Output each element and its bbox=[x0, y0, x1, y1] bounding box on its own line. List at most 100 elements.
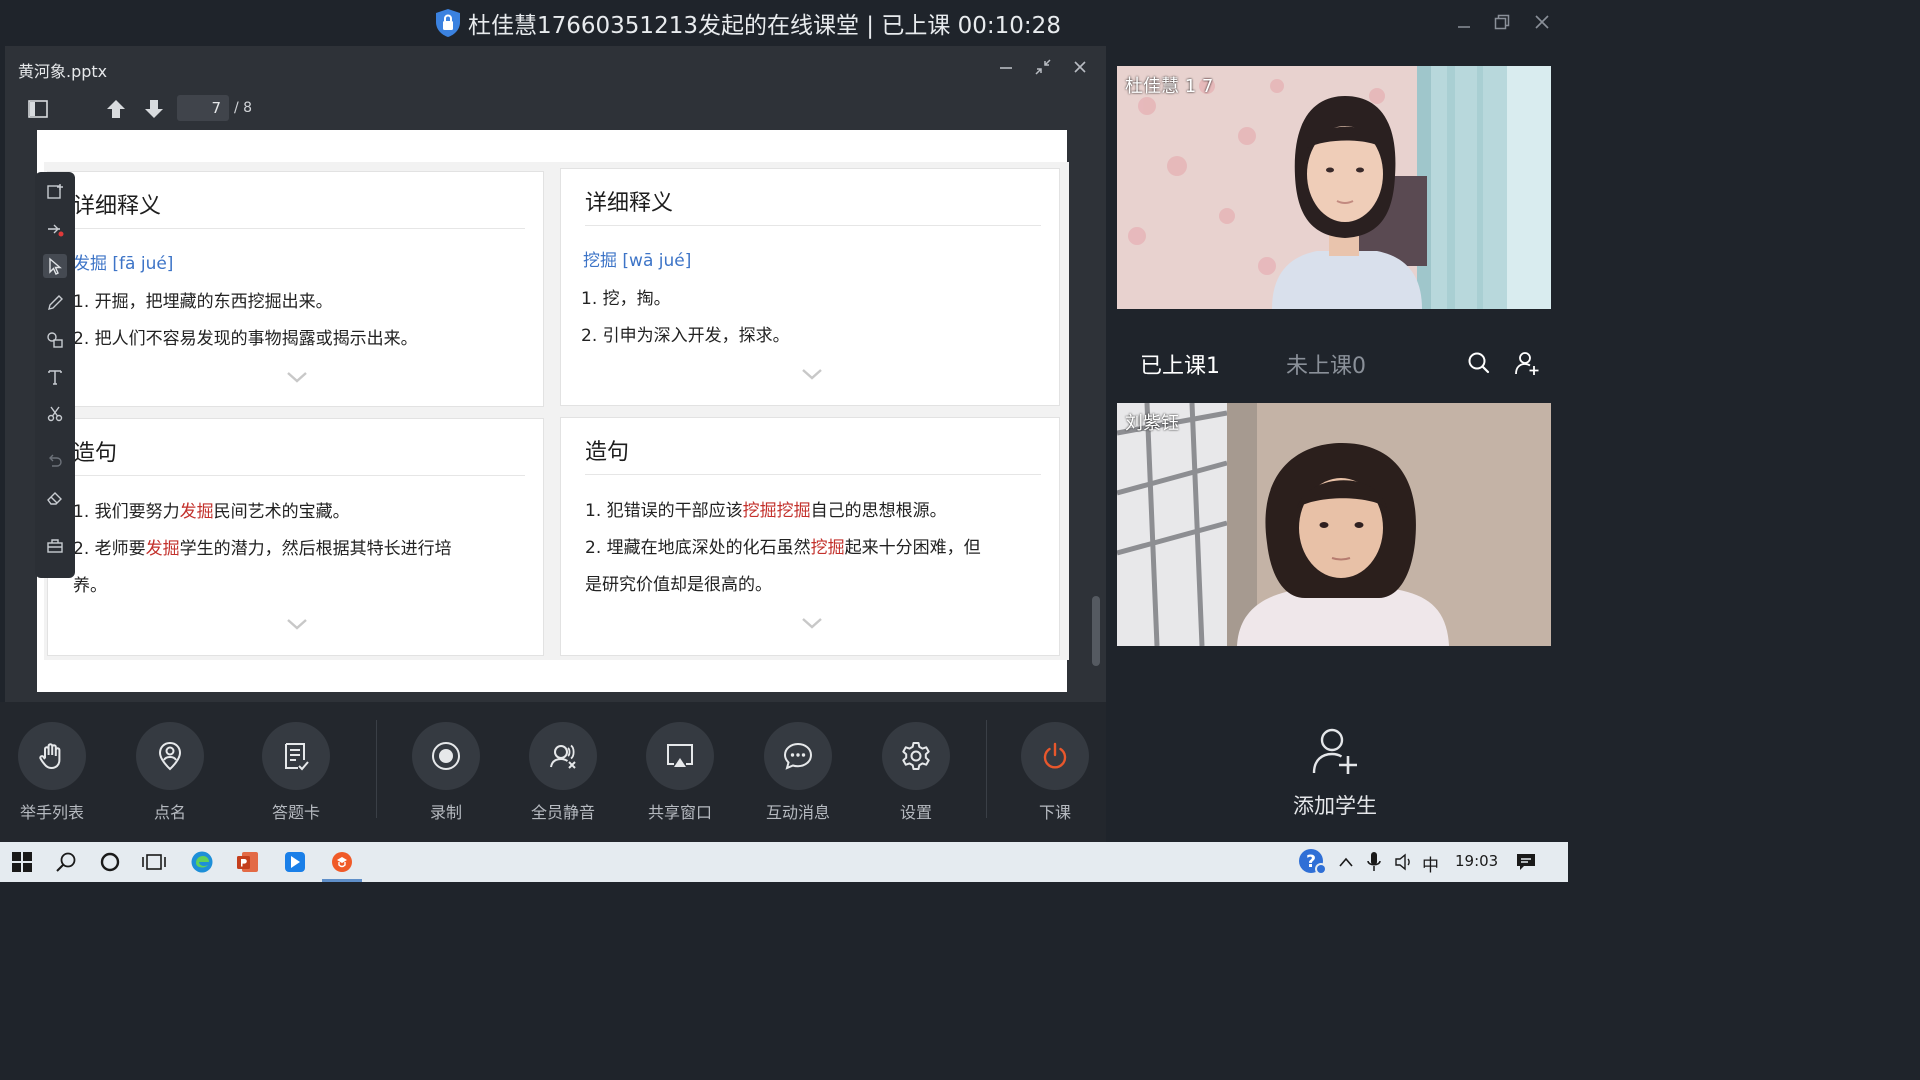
example-sentence: 1. 犯错误的干部应该挖掘挖掘自己的思想根源。 bbox=[585, 501, 947, 521]
new-whiteboard-tool[interactable] bbox=[43, 180, 67, 204]
scissors-tool[interactable] bbox=[43, 402, 67, 426]
task-view-button[interactable] bbox=[138, 846, 170, 878]
search-icon[interactable] bbox=[1466, 350, 1492, 376]
close-icon bbox=[1535, 15, 1549, 29]
settings-icon bbox=[902, 742, 930, 770]
card-divider bbox=[73, 228, 525, 229]
card-divider bbox=[585, 225, 1041, 226]
participants-panel: 杜佳慧 1 7 已上课1 未上课0 刘紫钰 添加学生 bbox=[1110, 46, 1568, 842]
taskbar-powerpoint-app[interactable] bbox=[232, 846, 264, 878]
toolbox-tool[interactable] bbox=[43, 534, 67, 558]
microphone-icon bbox=[1367, 852, 1381, 871]
share-window-button[interactable]: 共享窗口 bbox=[630, 722, 730, 823]
card-divider bbox=[585, 474, 1041, 475]
example-sentence: 2. 埋藏在地底深处的化石虽然挖掘起来十分困难，但 bbox=[585, 538, 981, 558]
text-icon bbox=[48, 370, 62, 385]
presenter-shrink-button[interactable] bbox=[1032, 56, 1054, 78]
presenter-close-button[interactable] bbox=[1069, 56, 1091, 78]
eraser-tool[interactable] bbox=[43, 486, 67, 510]
classroom-control-bar: 举手列表 点名 答题卡 录制 全员静音 共享窗口 互动消息 设置 下课 bbox=[0, 702, 1106, 842]
taskbar-classroom-app[interactable] bbox=[322, 846, 362, 882]
taskbar-edge-app[interactable] bbox=[186, 846, 218, 878]
roll-call-button[interactable]: 点名 bbox=[120, 722, 220, 823]
toolbar-divider bbox=[376, 720, 377, 818]
student-video-feed bbox=[1117, 403, 1551, 646]
record-button[interactable]: 录制 bbox=[396, 722, 496, 823]
restore-icon bbox=[1494, 14, 1510, 30]
answer-card-button[interactable]: 答题卡 bbox=[246, 722, 346, 823]
close-window-button[interactable] bbox=[1530, 10, 1554, 34]
cortana-button[interactable] bbox=[94, 846, 126, 878]
taskbar-search-button[interactable] bbox=[50, 846, 82, 878]
start-button[interactable] bbox=[6, 846, 38, 878]
thumbnail-toggle-button[interactable] bbox=[25, 96, 51, 122]
ime-indicator[interactable]: 中 bbox=[1422, 851, 1439, 876]
example-sentence: 2. 老师要发掘学生的潜力，然后根据其特长进行培 bbox=[73, 539, 452, 559]
definition-line: 2. 引申为深入开发，探求。 bbox=[581, 326, 790, 346]
mute-all-button[interactable]: 全员静音 bbox=[513, 722, 613, 823]
undo-tool[interactable] bbox=[43, 449, 67, 473]
laser-pointer-tool[interactable] bbox=[43, 217, 67, 241]
edge-browser-icon bbox=[191, 851, 213, 873]
raise-hand-list-button[interactable]: 举手列表 bbox=[2, 722, 102, 823]
record-label: 录制 bbox=[429, 803, 462, 822]
task-view-icon bbox=[142, 854, 166, 870]
volume-tray-icon[interactable] bbox=[1388, 846, 1420, 878]
next-page-button[interactable] bbox=[141, 96, 167, 122]
answer-card-label: 答题卡 bbox=[271, 803, 320, 822]
settings-button[interactable]: 设置 bbox=[866, 722, 966, 823]
interactive-messages-button[interactable]: 互动消息 bbox=[748, 722, 848, 823]
video-tile-student[interactable]: 刘紫钰 bbox=[1117, 403, 1551, 646]
select-tool[interactable] bbox=[43, 254, 67, 278]
presenter-minimize-button[interactable] bbox=[995, 56, 1017, 78]
end-class-button[interactable]: 下课 bbox=[1005, 722, 1105, 823]
undo-icon bbox=[49, 454, 62, 467]
card-title: 详细释义 bbox=[585, 191, 674, 216]
tab-joined[interactable]: 已上课1 bbox=[1140, 348, 1220, 380]
tab-not-joined[interactable]: 未上课0 bbox=[1286, 348, 1366, 380]
ppt-presenter-panel: 黄河象.pptx 7 / 8 详细释义 发掘 [fā jué] 1. 开掘，把埋… bbox=[5, 46, 1106, 702]
svg-text:?: ? bbox=[1306, 852, 1316, 872]
scissors-icon bbox=[47, 406, 63, 422]
raise-hand-list-label: 举手列表 bbox=[19, 803, 84, 822]
chat-icon bbox=[783, 742, 813, 770]
title-bar: 杜佳慧17660351213发起的在线课堂 | 已上课 00:10:28 bbox=[0, 0, 1568, 46]
chevron-down-icon[interactable] bbox=[286, 370, 308, 384]
add-page-icon bbox=[47, 184, 63, 199]
add-student-button[interactable]: 添加学生 bbox=[1280, 726, 1390, 820]
notifications-button[interactable] bbox=[1510, 846, 1542, 878]
shapes-icon bbox=[47, 332, 63, 348]
add-user-icon[interactable] bbox=[1514, 350, 1540, 376]
toolbar-divider bbox=[986, 720, 987, 818]
video-tile-teacher[interactable]: 杜佳慧 1 7 bbox=[1117, 66, 1551, 309]
minimize-icon bbox=[1458, 26, 1470, 28]
pen-icon bbox=[48, 295, 63, 310]
pen-tool[interactable] bbox=[43, 291, 67, 315]
minimize-window-button[interactable] bbox=[1452, 10, 1476, 34]
text-tool[interactable] bbox=[43, 365, 67, 389]
chevron-down-icon[interactable] bbox=[286, 617, 308, 631]
shape-tool[interactable] bbox=[43, 328, 67, 352]
add-user-icon bbox=[1312, 728, 1357, 774]
microphone-tray-icon[interactable] bbox=[1358, 846, 1390, 878]
card-title: 造句 bbox=[585, 440, 630, 465]
previous-page-button[interactable] bbox=[103, 96, 129, 122]
volume-icon bbox=[1395, 853, 1410, 871]
taskbar-meeting-app[interactable] bbox=[279, 846, 311, 878]
chevron-down-icon[interactable] bbox=[801, 367, 823, 381]
help-tray-icon[interactable]: ? bbox=[1296, 846, 1328, 878]
definition-line: 1. 挖，掏。 bbox=[581, 289, 671, 309]
laser-icon bbox=[48, 224, 64, 237]
chevron-down-icon[interactable] bbox=[801, 616, 823, 630]
example-card-wajue: 造句 1. 犯错误的干部应该挖掘挖掘自己的思想根源。 2. 埋藏在地底深处的化石… bbox=[560, 417, 1060, 656]
definition-line: 1. 开掘，把埋藏的东西挖掘出来。 bbox=[73, 292, 333, 312]
restore-window-button[interactable] bbox=[1490, 10, 1514, 34]
slide-canvas[interactable]: 详细释义 发掘 [fā jué] 1. 开掘，把埋藏的东西挖掘出来。 2. 把人… bbox=[37, 130, 1069, 692]
slide-scrollbar[interactable] bbox=[1092, 596, 1100, 666]
pinyin-entry: 挖掘 [wā jué] bbox=[583, 251, 692, 271]
card-divider bbox=[73, 475, 525, 476]
clock-time[interactable]: 19:03 bbox=[1455, 852, 1498, 870]
page-number-input[interactable]: 7 bbox=[177, 95, 229, 121]
definition-card-wajue: 详细释义 挖掘 [wā jué] 1. 挖，掏。 2. 引申为深入开发，探求。 bbox=[560, 168, 1060, 406]
chevron-up-icon bbox=[1339, 857, 1353, 867]
